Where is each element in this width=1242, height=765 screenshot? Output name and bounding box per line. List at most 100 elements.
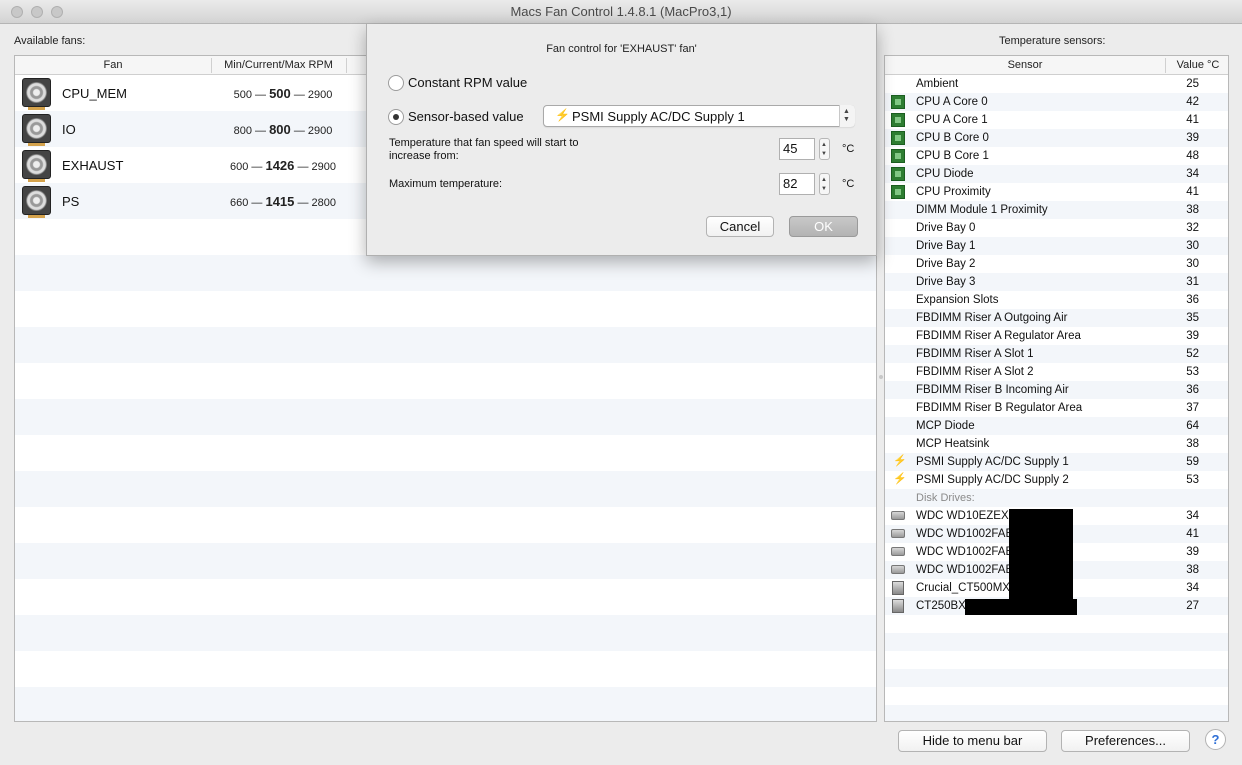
sensor-based-radio[interactable] xyxy=(388,109,404,125)
empty-row xyxy=(15,291,876,327)
sensor-row[interactable]: FBDIMM Riser A Regulator Area 39 xyxy=(885,327,1228,345)
constant-rpm-label[interactable]: Constant RPM value xyxy=(408,75,527,90)
fan-name: PS xyxy=(62,194,80,209)
fan-icon xyxy=(22,186,51,218)
cancel-button[interactable]: Cancel xyxy=(706,216,774,237)
sensor-value: 41 xyxy=(1186,186,1199,198)
max-temp-stepper[interactable]: ▲ ▼ xyxy=(819,173,830,195)
sensor-name: Drive Bay 0 xyxy=(916,222,976,234)
empty-row xyxy=(15,543,876,579)
sensor-row[interactable]: FBDIMM Riser A Slot 2 53 xyxy=(885,363,1228,381)
sensor-value: 41 xyxy=(1186,528,1199,540)
ssd-icon xyxy=(892,599,904,613)
empty-row xyxy=(15,363,876,399)
fan-current-rpm: 500 xyxy=(269,86,291,101)
empty-row xyxy=(15,327,876,363)
sensor-name: Ambient xyxy=(916,78,959,90)
rpm-separator: — xyxy=(255,125,267,137)
power-bolt-icon: ⚡ xyxy=(893,455,907,467)
fan-max-rpm: 2900 xyxy=(307,89,333,101)
fan-min-rpm: 660 xyxy=(229,197,249,209)
sensor-based-label[interactable]: Sensor-based value xyxy=(408,109,524,124)
preferences-button[interactable]: Preferences... xyxy=(1061,730,1190,752)
sensor-name: CT250BX xyxy=(916,600,966,612)
max-temp-field[interactable]: 82 xyxy=(779,173,815,195)
constant-rpm-radio[interactable] xyxy=(388,75,404,91)
hide-to-menu-bar-button[interactable]: Hide to menu bar xyxy=(898,730,1047,752)
redaction-box xyxy=(1009,509,1073,600)
fan-column-header[interactable]: Fan xyxy=(15,59,211,71)
cpu-chip-icon xyxy=(891,185,905,199)
start-temp-field[interactable]: 45 xyxy=(779,138,815,160)
sensor-row[interactable]: FBDIMM Riser B Incoming Air 36 xyxy=(885,381,1228,399)
sensor-name: WDC WD10EZEX- xyxy=(916,510,1013,522)
rpm-separator: — xyxy=(255,89,267,101)
sensor-row[interactable]: CPU Diode 34 xyxy=(885,165,1228,183)
sensor-row[interactable]: Drive Bay 3 31 xyxy=(885,273,1228,291)
cpu-chip-icon xyxy=(891,131,905,145)
sensor-row[interactable]: CPU B Core 0 39 xyxy=(885,129,1228,147)
sensor-row[interactable]: FBDIMM Riser A Slot 1 52 xyxy=(885,345,1228,363)
hard-drive-icon xyxy=(891,511,905,520)
sensor-name: PSMI Supply AC/DC Supply 2 xyxy=(916,474,1069,486)
max-temp-label: Maximum temperature: xyxy=(389,178,503,190)
sensor-row[interactable]: Ambient 25 xyxy=(885,75,1228,93)
sensor-value: 48 xyxy=(1186,150,1199,162)
fan-current-rpm: 800 xyxy=(269,122,291,137)
sensor-name: Drive Bay 2 xyxy=(916,258,976,270)
cpu-chip-icon xyxy=(891,113,905,127)
sensor-name: FBDIMM Riser A Outgoing Air xyxy=(916,312,1068,324)
sensor-value: 38 xyxy=(1186,564,1199,576)
empty-row xyxy=(15,651,876,687)
sensor-name: CPU B Core 0 xyxy=(916,132,989,144)
start-temp-stepper[interactable]: ▲ ▼ xyxy=(819,138,830,160)
sensor-name: PSMI Supply AC/DC Supply 1 xyxy=(916,456,1069,468)
sensor-value: 31 xyxy=(1186,276,1199,288)
fan-name: EXHAUST xyxy=(62,158,124,173)
sensor-row[interactable]: Drive Bay 2 30 xyxy=(885,255,1228,273)
sensor-name: FBDIMM Riser A Regulator Area xyxy=(916,330,1081,342)
sensor-name: FBDIMM Riser B Incoming Air xyxy=(916,384,1069,396)
empty-row xyxy=(15,687,876,721)
split-view-divider[interactable] xyxy=(879,375,883,379)
sensor-row[interactable]: MCP Diode 64 xyxy=(885,417,1228,435)
sensor-name: CPU Diode xyxy=(916,168,974,180)
sensor-value: 34 xyxy=(1186,582,1199,594)
sensor-value: 32 xyxy=(1186,222,1199,234)
start-temp-unit: °C xyxy=(842,143,855,155)
fan-current-rpm: 1415 xyxy=(265,194,295,209)
sensor-row[interactable]: DIMM Module 1 Proximity 38 xyxy=(885,201,1228,219)
sensor-name: Expansion Slots xyxy=(916,294,999,306)
sensor-value: 53 xyxy=(1186,474,1199,486)
fan-icon xyxy=(22,78,51,110)
sensor-row[interactable]: CPU Proximity 41 xyxy=(885,183,1228,201)
sensor-row[interactable]: FBDIMM Riser B Regulator Area 37 xyxy=(885,399,1228,417)
sensor-row[interactable]: Expansion Slots 36 xyxy=(885,291,1228,309)
sensor-value: 27 xyxy=(1186,600,1199,612)
sensor-value: 39 xyxy=(1186,546,1199,558)
sensor-row[interactable]: Drive Bay 0 32 xyxy=(885,219,1228,237)
sensor-row[interactable]: ⚡ PSMI Supply AC/DC Supply 1 59 xyxy=(885,453,1228,471)
sensor-row[interactable]: ⚡ PSMI Supply AC/DC Supply 2 53 xyxy=(885,471,1228,489)
sensor-row[interactable]: CPU B Core 1 48 xyxy=(885,147,1228,165)
empty-row xyxy=(885,633,1228,651)
value-column-header[interactable]: Value °C xyxy=(1166,59,1228,71)
sensor-row[interactable]: CPU A Core 0 42 xyxy=(885,93,1228,111)
sensor-value: 42 xyxy=(1186,96,1199,108)
sensor-select[interactable]: ⚡ PSMI Supply AC/DC Supply 1 ▲ ▼ xyxy=(543,105,855,127)
sensor-value: 25 xyxy=(1186,78,1199,90)
sensor-row[interactable]: Drive Bay 1 30 xyxy=(885,237,1228,255)
sensor-row[interactable]: FBDIMM Riser A Outgoing Air 35 xyxy=(885,309,1228,327)
sensor-column-header[interactable]: Sensor xyxy=(885,59,1165,71)
power-bolt-icon: ⚡ xyxy=(555,108,570,122)
ok-button[interactable]: OK xyxy=(789,216,858,237)
sensor-value: 53 xyxy=(1186,366,1199,378)
sensor-name: CPU A Core 0 xyxy=(916,96,988,108)
rpm-column-header[interactable]: Min/Current/Max RPM xyxy=(212,59,345,71)
sensor-row[interactable]: MCP Heatsink 38 xyxy=(885,435,1228,453)
empty-row xyxy=(15,579,876,615)
help-button[interactable]: ? xyxy=(1205,729,1226,750)
sensor-row[interactable]: CPU A Core 1 41 xyxy=(885,111,1228,129)
cpu-chip-icon xyxy=(891,95,905,109)
sensor-name: FBDIMM Riser A Slot 2 xyxy=(916,366,1034,378)
